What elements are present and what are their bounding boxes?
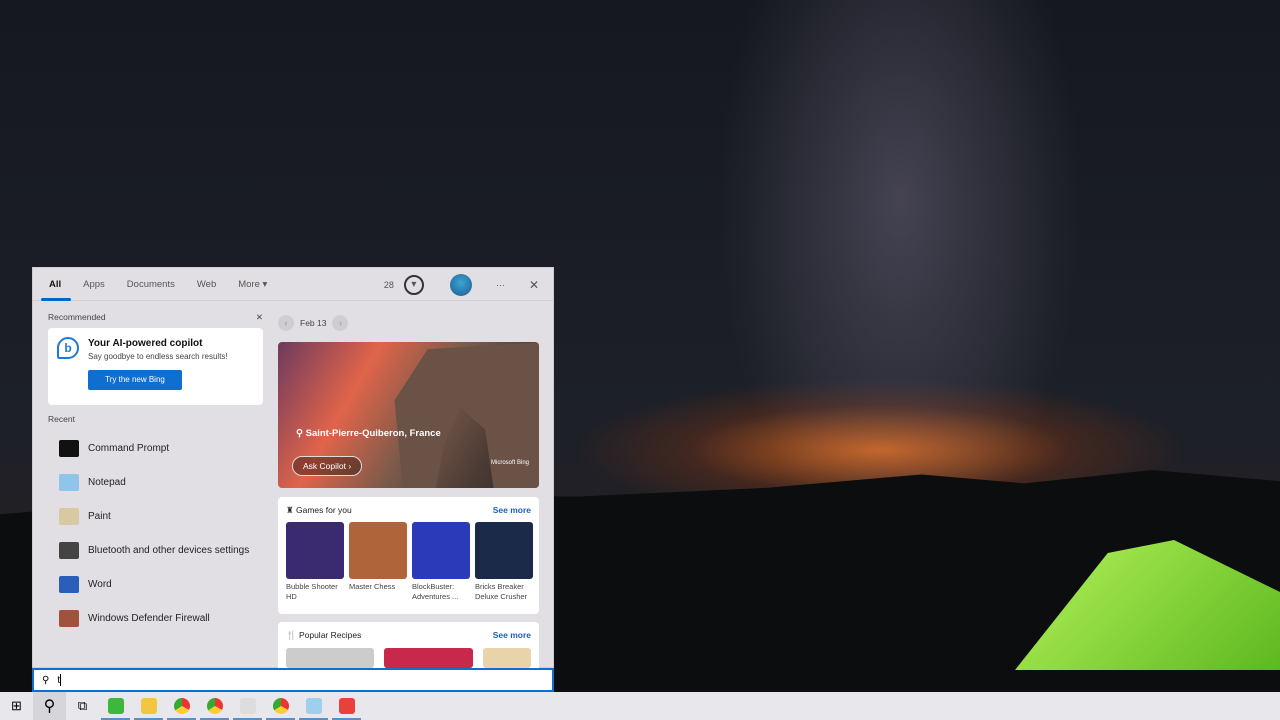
microsoft-bing-logo: Microsoft Bing: [490, 460, 529, 466]
more-options-button[interactable]: ···: [496, 280, 505, 290]
recent-item[interactable]: Windows Defender Firewall: [48, 601, 263, 635]
app-icon: [59, 439, 79, 457]
game-name: Master Chess: [349, 582, 396, 591]
chrome-profile-icon[interactable]: [198, 692, 231, 720]
recent-item-label: Command Prompt: [88, 442, 170, 454]
bing-icon: b: [57, 337, 79, 359]
start-button[interactable]: ⊞: [0, 692, 33, 720]
games-title: Games for you: [295, 505, 352, 515]
chess-icon: ♜: [286, 505, 296, 515]
tab-web[interactable]: Web: [197, 268, 216, 301]
tab-all[interactable]: All: [40, 268, 72, 301]
ask-copilot-button[interactable]: Ask Copilot ›: [292, 456, 363, 476]
recipes-card: 🍴 Popular Recipes See more: [278, 622, 539, 669]
app-icon: [59, 609, 79, 627]
recipe-thumb[interactable]: [384, 648, 473, 668]
chrome-icon[interactable]: [165, 692, 198, 720]
recent-item[interactable]: Command Prompt: [48, 431, 263, 465]
prev-date-button[interactable]: ‹: [278, 315, 294, 331]
game-name: Bubble Shooter HD: [286, 582, 338, 601]
paint-icon[interactable]: [231, 692, 264, 720]
recent-item-label: Word: [88, 578, 112, 590]
camtasia-recorder-icon[interactable]: [330, 692, 363, 720]
game-thumbnail: [475, 522, 533, 579]
recommended-heading: Recommended: [48, 312, 106, 322]
games-see-more-link[interactable]: See more: [493, 505, 531, 516]
tab-documents[interactable]: Documents: [127, 268, 175, 301]
tab-bar: All Apps Documents Web More ▾ 28 ▾ ··· ✕: [33, 268, 553, 301]
app-icon: [59, 473, 79, 491]
game-tile[interactable]: BlockBuster: Adventures ...: [412, 522, 470, 602]
game-name: Bricks Breaker Deluxe Crusher: [475, 582, 528, 601]
recent-item-label: Bluetooth and other devices settings: [88, 544, 250, 556]
app-icon: [59, 541, 79, 559]
chrome-profile-m-icon[interactable]: [264, 692, 297, 720]
recent-item[interactable]: Bluetooth and other devices settings: [48, 533, 263, 567]
copilot-card: b Your AI-powered copilot Say goodbye to…: [48, 328, 263, 405]
recent-heading: Recent: [48, 414, 75, 424]
location-label: Saint-Pierre-Quiberon, France: [305, 428, 441, 439]
recent-item-label: Paint: [88, 510, 111, 522]
fork-knife-icon: 🍴: [286, 630, 299, 640]
try-bing-button[interactable]: Try the new Bing: [88, 370, 182, 390]
hero-image-card[interactable]: ⚲ Saint-Pierre-Quiberon, France Ask Copi…: [278, 342, 539, 488]
app-icon: [59, 507, 79, 525]
recipes-see-more-link[interactable]: See more: [493, 630, 531, 641]
game-thumbnail: [349, 522, 407, 579]
card-title: Your AI-powered copilot: [88, 338, 203, 349]
recipe-thumb[interactable]: [286, 648, 375, 668]
tab-more[interactable]: More ▾: [238, 268, 267, 301]
game-thumbnail: [412, 522, 470, 579]
game-tile[interactable]: Master Chess: [349, 522, 407, 602]
game-thumbnail: [286, 522, 344, 579]
tab-apps[interactable]: Apps: [83, 268, 105, 301]
task-view-icon[interactable]: ⧉: [66, 692, 99, 720]
close-recommended-icon[interactable]: ✕: [256, 312, 263, 323]
search-box[interactable]: ⚲ t: [32, 668, 554, 692]
search-taskbar-icon[interactable]: ⚲: [33, 692, 66, 720]
taskbar: ⊞ ⚲ ⧉: [0, 692, 1280, 720]
notepad-icon[interactable]: [297, 692, 330, 720]
location-pin-icon: ⚲: [296, 428, 306, 439]
recent-item[interactable]: Paint: [48, 499, 263, 533]
game-tile[interactable]: Bubble Shooter HD: [286, 522, 344, 602]
rock-arch: [394, 342, 539, 488]
recent-item-label: Notepad: [88, 476, 126, 488]
card-subtitle: Say goodbye to endless search results!: [88, 352, 228, 361]
date-label: Feb 13: [300, 318, 327, 328]
camtasia-icon[interactable]: [99, 692, 132, 720]
app-icon: [59, 575, 79, 593]
recipes-title: Popular Recipes: [298, 630, 362, 640]
avatar[interactable]: [449, 273, 472, 296]
recent-item-label: Windows Defender Firewall: [88, 612, 210, 624]
recent-item[interactable]: Notepad: [48, 465, 263, 499]
points-count: 28: [383, 279, 394, 290]
file-explorer-icon[interactable]: [132, 692, 165, 720]
game-name: BlockBuster: Adventures ...: [412, 582, 459, 601]
search-panel: All Apps Documents Web More ▾ 28 ▾ ··· ✕…: [32, 267, 554, 669]
search-icon: ⚲: [42, 674, 50, 686]
close-button[interactable]: ✕: [529, 278, 539, 292]
games-card: ♜ Games for you See more Bubble Shooter H…: [278, 497, 539, 614]
recent-item[interactable]: Word: [48, 567, 263, 601]
recipe-thumb[interactable]: [482, 648, 532, 668]
game-tile[interactable]: Bricks Breaker Deluxe Crusher: [475, 522, 533, 602]
next-date-button[interactable]: ›: [332, 315, 349, 331]
trophy-icon[interactable]: ▾: [403, 274, 424, 295]
